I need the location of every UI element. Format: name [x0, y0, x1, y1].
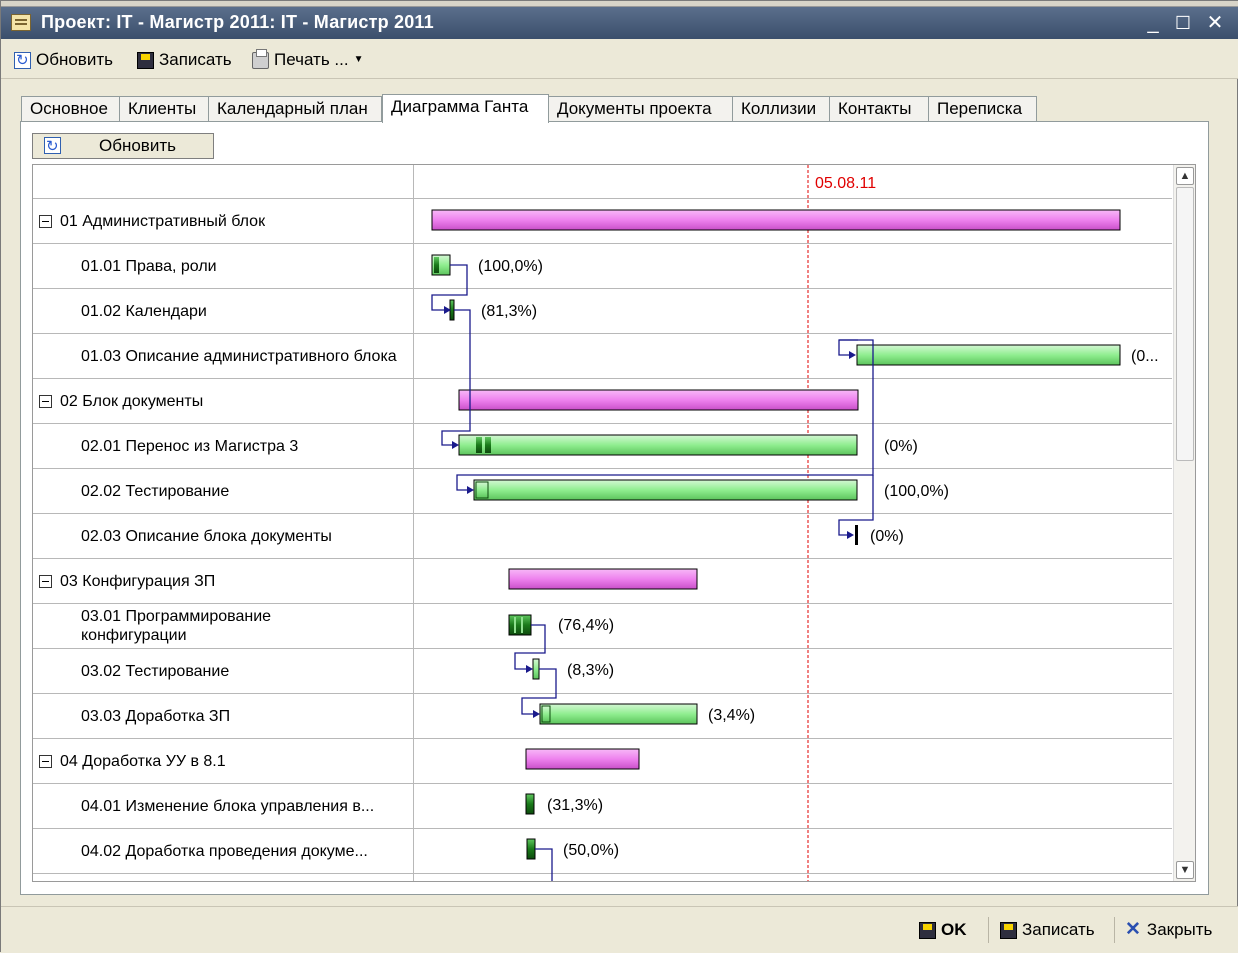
- task-percent-label: (0%): [870, 528, 904, 545]
- gantt-refresh-label: Обновить: [99, 136, 176, 155]
- scrollbar-thumb[interactable]: [1176, 187, 1194, 461]
- floppy-disk-icon: [137, 51, 154, 69]
- task-percent-label: (100,0%): [884, 483, 949, 500]
- close-label: Закрыть: [1146, 920, 1213, 939]
- task-bar[interactable]: [856, 344, 1121, 366]
- group-bar[interactable]: [508, 568, 698, 590]
- tab-calendar-plan[interactable]: Календарный план: [208, 96, 382, 122]
- task-percent-label: (76,4%): [558, 617, 614, 634]
- tab-correspondence[interactable]: Переписка: [928, 96, 1037, 122]
- save-button[interactable]: Записать: [1000, 918, 1095, 942]
- group-bar[interactable]: [431, 209, 1121, 231]
- tab-project-documents[interactable]: Документы проекта: [548, 96, 733, 122]
- toolbar-print-button[interactable]: Печать ... ▼: [252, 48, 364, 72]
- task-percent-label: (0...: [1131, 348, 1159, 365]
- refresh-icon: [14, 50, 31, 72]
- task-percent-label: (3,4%): [708, 707, 755, 724]
- gantt-refresh-button[interactable]: Обновить: [32, 133, 214, 159]
- task-percent-label: (31,3%): [547, 797, 603, 814]
- task-percent-label: (0%): [884, 438, 918, 455]
- separator: [1114, 917, 1115, 943]
- close-icon: ✕: [1125, 919, 1141, 940]
- task-bar[interactable]: [855, 525, 858, 545]
- close-button[interactable]: ✕ Закрыть: [1125, 918, 1212, 942]
- task-bar[interactable]: [458, 434, 858, 456]
- task-percent-label: (100,0%): [478, 258, 543, 275]
- printer-icon: [252, 48, 269, 69]
- vertical-scrollbar[interactable]: ▲ ▼: [1173, 165, 1195, 881]
- toolbar-refresh-label: Обновить: [36, 50, 113, 69]
- tab-main[interactable]: Основное: [21, 96, 120, 122]
- dropdown-arrow-icon[interactable]: ▼: [354, 49, 364, 71]
- bottom-button-bar: OK Записать ✕ Закрыть: [1, 906, 1238, 953]
- refresh-icon: [44, 135, 61, 159]
- task-bar[interactable]: [525, 793, 535, 815]
- toolbar-save-button[interactable]: Записать: [137, 48, 232, 72]
- maximize-button[interactable]: ☐: [1171, 11, 1195, 35]
- ok-button[interactable]: OK: [919, 918, 967, 942]
- task-percent-label: (81,3%): [481, 303, 537, 320]
- tab-collisions[interactable]: Коллизии: [732, 96, 830, 122]
- save-label: Записать: [1022, 920, 1095, 939]
- gantt-grid[interactable]: 01 Административный блок 01.01 Права, ро…: [32, 164, 1196, 882]
- toolbar-print-label: Печать ...: [274, 50, 349, 69]
- tab-contacts[interactable]: Контакты: [829, 96, 929, 122]
- main-window: Проект: IT - Магистр 2011: IT - Магистр …: [0, 0, 1238, 953]
- title-bar[interactable]: Проект: IT - Магистр 2011: IT - Магистр …: [1, 7, 1238, 39]
- group-bar[interactable]: [458, 389, 859, 411]
- task-percent-label: (50,0%): [563, 842, 619, 859]
- toolbar-refresh-button[interactable]: Обновить: [14, 48, 113, 72]
- close-window-button[interactable]: ✕: [1203, 11, 1227, 35]
- toolbar: Обновить Записать Печать ... ▼: [1, 39, 1238, 79]
- toolbar-save-label: Записать: [159, 50, 232, 69]
- today-label: 05.08.11: [815, 175, 876, 192]
- link-arrowheads: [444, 306, 856, 718]
- task-bar[interactable]: [473, 479, 858, 501]
- ok-label: OK: [941, 920, 967, 939]
- floppy-disk-icon: [919, 921, 936, 939]
- gantt-chart-area: 05.08.11 (100,0%) (81,3%) (0... (0%) (10…: [431, 165, 1159, 881]
- floppy-disk-icon: [1000, 921, 1017, 939]
- task-percent-label: (8,3%): [567, 662, 614, 679]
- task-bar[interactable]: [532, 658, 540, 680]
- scroll-up-icon[interactable]: ▲: [1176, 167, 1194, 185]
- window-title: Проект: IT - Магистр 2011: IT - Магистр …: [41, 12, 434, 32]
- tab-clients[interactable]: Клиенты: [119, 96, 209, 122]
- scroll-down-icon[interactable]: ▼: [1176, 861, 1194, 879]
- task-bar[interactable]: [508, 614, 532, 636]
- tab-gantt-chart[interactable]: Диаграмма Ганта: [382, 94, 549, 123]
- task-bar[interactable]: [431, 254, 451, 276]
- minimize-button[interactable]: _: [1141, 11, 1165, 35]
- separator: [988, 917, 989, 943]
- window-app-icon: [11, 14, 31, 31]
- task-bar[interactable]: [526, 838, 536, 860]
- task-bar[interactable]: [539, 703, 698, 725]
- group-bar[interactable]: [525, 748, 640, 770]
